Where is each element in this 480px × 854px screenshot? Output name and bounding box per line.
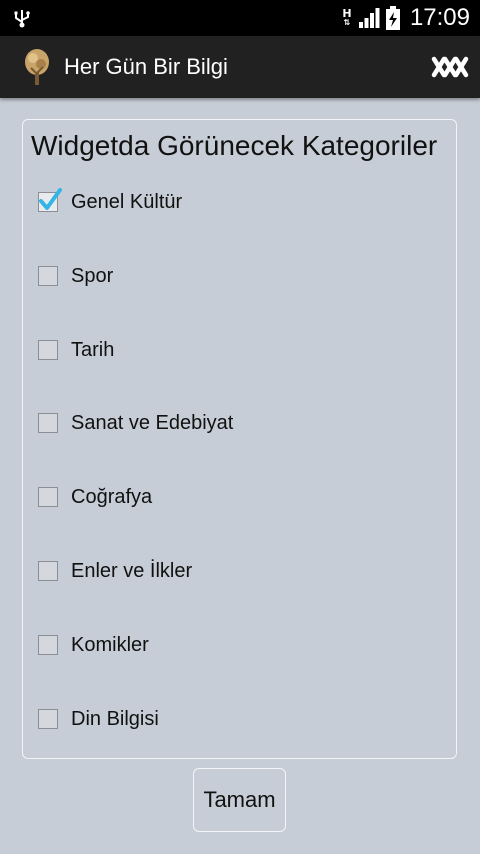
card-title: Widgetda Görünecek Kategoriler [31,130,438,161]
option-label: Spor [71,264,114,287]
battery-charging-icon [385,6,400,30]
status-indicators: H ⇅ 17:09 [342,0,470,36]
option-label: Enler ve İlkler [71,559,193,582]
tamam-button[interactable]: Tamam [193,768,286,832]
checkbox-cografya[interactable] [38,487,58,507]
option-label: Komikler [71,633,149,656]
option-din-bilgisi[interactable]: Din Bilgisi [38,704,159,734]
checkbox-spor[interactable] [38,266,58,286]
checkbox-din-bilgisi[interactable] [38,709,58,729]
option-genel-kultur[interactable]: Genel Kültür [38,187,182,217]
option-label: Coğrafya [71,485,153,508]
option-enler-ve-ilkler[interactable]: Enler ve İlkler [38,556,192,586]
app-title: Her Gün Bir Bilgi [64,54,228,79]
status-bar: H ⇅ 17:09 [0,0,480,36]
network-type-icon: H ⇅ [342,7,352,27]
close-icon[interactable] [430,49,470,85]
tree-icon [25,49,49,85]
option-spor[interactable]: Spor [38,261,113,291]
status-clock: 17:09 [409,4,470,31]
option-label: Genel Kültür [71,190,183,213]
option-tarih[interactable]: Tarih [38,335,114,365]
option-cografya[interactable]: Coğrafya [38,482,152,512]
categories-card: Widgetda Görünecek Kategoriler Genel Kül… [22,119,457,759]
usb-icon [14,10,30,28]
checkbox-komikler[interactable] [38,635,58,655]
checkbox-tarih[interactable] [38,340,58,360]
option-label: Din Bilgisi [71,707,159,730]
option-sanat-ve-edebiyat[interactable]: Sanat ve Edebiyat [38,408,233,438]
signal-icon [358,8,380,28]
checkbox-sanat-ve-edebiyat[interactable] [38,413,58,433]
checkbox-genel-kultur[interactable] [38,188,62,212]
option-label: Tarih [71,338,115,361]
action-bar: Her Gün Bir Bilgi [0,36,480,98]
option-komikler[interactable]: Komikler [38,630,149,660]
checkbox-enler-ve-ilkler[interactable] [38,561,58,581]
option-label: Sanat ve Edebiyat [71,411,234,434]
checkmark-icon [39,188,62,210]
